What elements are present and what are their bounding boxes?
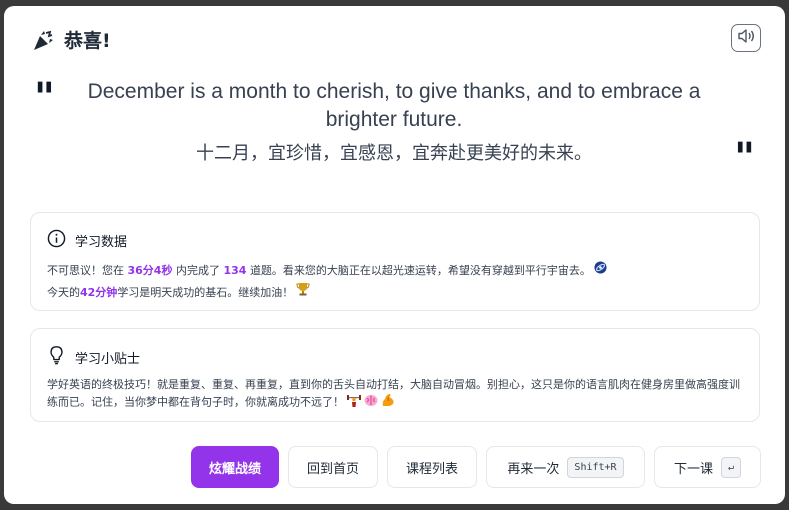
study-stats-header: 学习数据 [47, 229, 743, 252]
info-icon [47, 229, 66, 252]
study-stats-line-1: 不可思议！您在 36分4秒 内完成了 134 道题。看来您的大脑正在以超光速运转… [47, 260, 743, 282]
quote-english: December is a month to cherish, to give … [87, 80, 701, 131]
today-minutes: 42分钟 [80, 286, 118, 299]
enter-key-icon: ↵ [720, 456, 742, 478]
retry-shortcut-key: Shift+R [567, 456, 624, 478]
study-tips-header: 学习小贴士 [47, 345, 743, 369]
brain-icon [364, 394, 378, 412]
retry-button[interactable]: 再来一次 Shift+R [486, 446, 645, 488]
study-stats-title: 学习数据 [75, 235, 128, 250]
lightbulb-icon [47, 345, 66, 369]
party-popper-icon [32, 28, 56, 52]
speaker-button[interactable] [731, 24, 761, 52]
action-bar: 炫耀战绩 回到首页 课程列表 再来一次 Shift+R 下一课 ↵ [191, 446, 761, 488]
completion-modal: 恭喜! " " December is a month to cherish, … [4, 6, 785, 504]
study-stats-card: 学习数据 不可思议！您在 36分4秒 内完成了 134 道题。看来您的大脑正在以… [30, 212, 760, 311]
back-home-button[interactable]: 回到首页 [288, 446, 378, 488]
weightlifter-icon [347, 393, 361, 412]
flexed-biceps-icon [381, 393, 395, 412]
study-stats-line-2: 今天的42分钟学习是明天成功的基石。继续加油！ [47, 282, 743, 304]
next-lesson-button[interactable]: 下一课 ↵ [654, 446, 761, 488]
modal-header: 恭喜! [32, 26, 111, 53]
question-count: 134 [223, 264, 247, 277]
study-tips-card: 学习小贴士 学好英语的终极技巧！就是重复、重复、再重复，直到你的舌头自动打结，大… [30, 328, 760, 422]
speaker-icon [737, 28, 755, 48]
modal-title: 恭喜! [64, 30, 111, 52]
show-off-button[interactable]: 炫耀战绩 [191, 446, 279, 488]
open-quote-mark: " [34, 74, 55, 121]
study-tips-title: 学习小贴士 [75, 351, 141, 367]
quote-chinese: 十二月，宜珍惜，宜感恩，宜奔赴更美好的未来。 [196, 143, 592, 164]
study-duration: 36分4秒 [127, 264, 173, 277]
quote-block: December is a month to cherish, to give … [74, 78, 714, 166]
galaxy-icon [594, 260, 607, 282]
close-quote-mark: " [734, 134, 755, 181]
trophy-icon [296, 282, 310, 304]
course-list-button[interactable]: 课程列表 [387, 446, 477, 488]
study-tips-text: 学好英语的终极技巧！就是重复、重复、再重复，直到你的舌头自动打结，大脑自动冒烟。… [47, 377, 743, 412]
